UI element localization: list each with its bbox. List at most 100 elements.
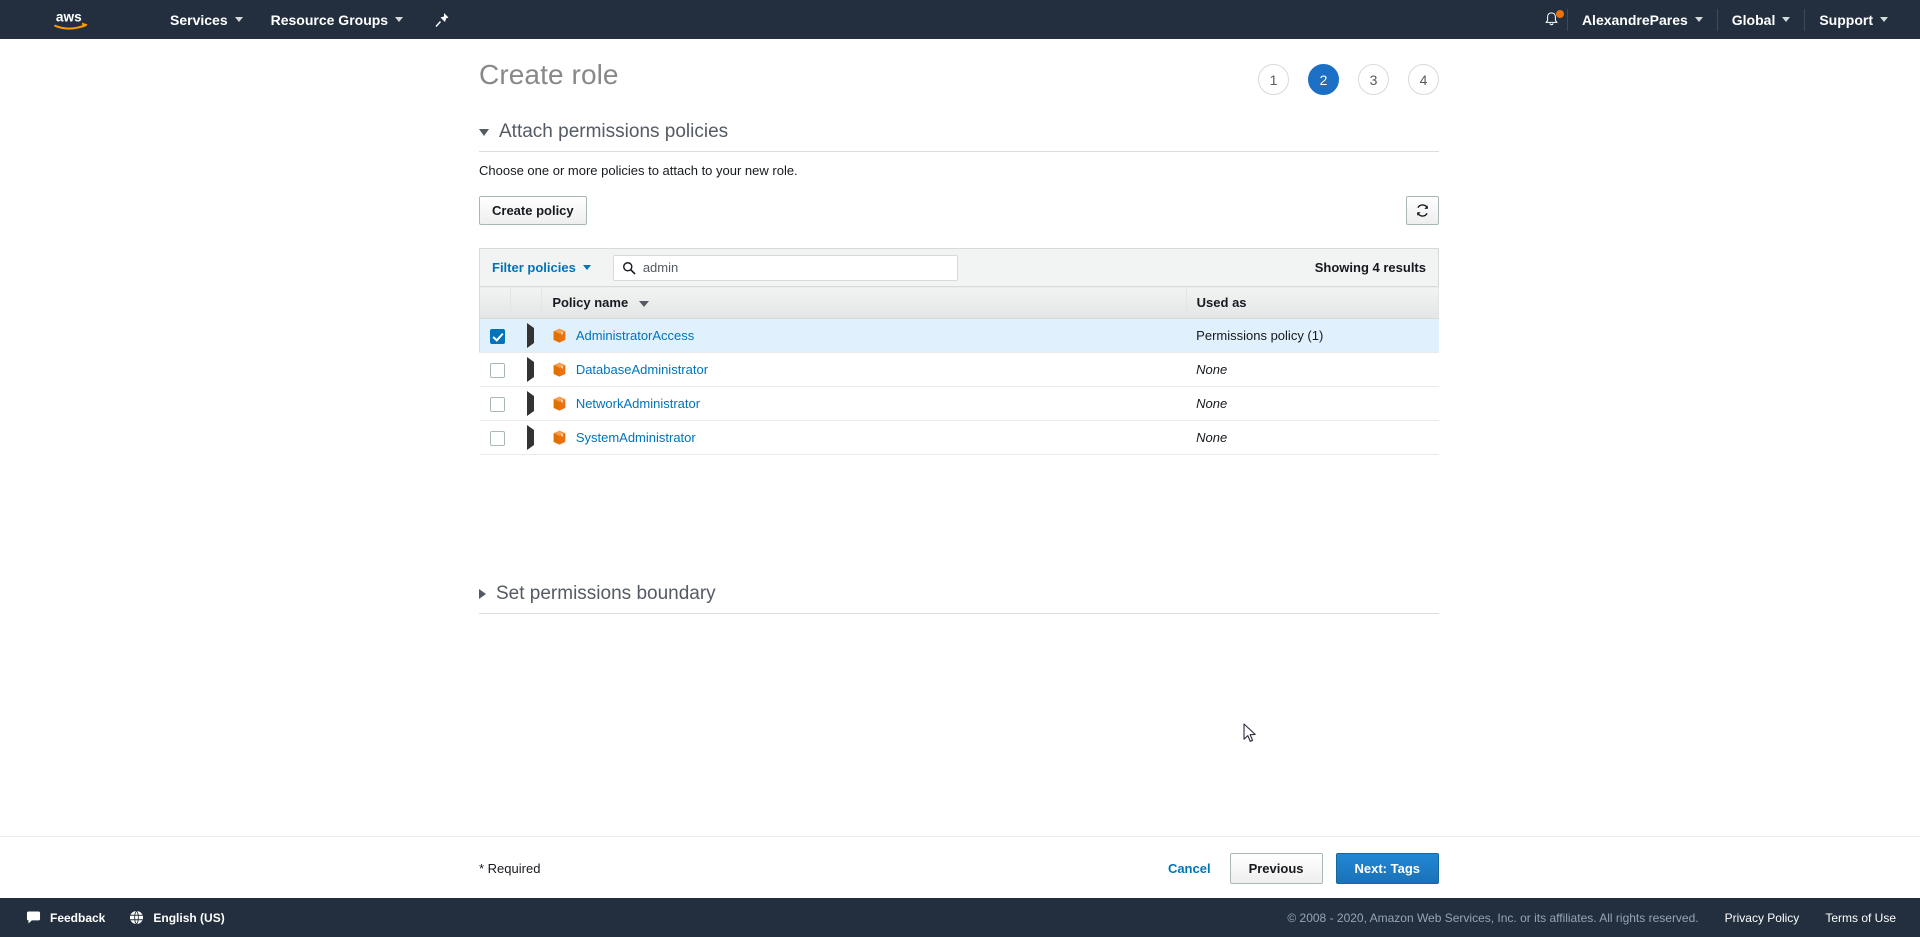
policy-name-link[interactable]: SystemAdministrator — [576, 430, 696, 445]
step-4[interactable]: 4 — [1408, 64, 1439, 95]
nav-region-menu[interactable]: Global — [1718, 0, 1805, 39]
policy-cube-icon — [553, 396, 566, 411]
row-checkbox[interactable] — [489, 362, 505, 378]
row-policy-name-cell: DatabaseAdministrator — [541, 352, 1187, 387]
triangle-down-icon — [479, 128, 489, 136]
refresh-button[interactable] — [1406, 196, 1439, 225]
terms-of-use-link[interactable]: Terms of Use — [1825, 911, 1896, 925]
step-2[interactable]: 2 — [1308, 64, 1339, 95]
policy-cube-icon — [553, 430, 566, 445]
row-checkbox[interactable] — [489, 396, 505, 412]
nav-resource-groups-label: Resource Groups — [270, 11, 389, 28]
row-policy-name-cell: AdministratorAccess — [541, 318, 1187, 353]
svg-text:aws: aws — [56, 9, 82, 24]
policy-name-link[interactable]: NetworkAdministrator — [576, 396, 700, 411]
column-select-all[interactable] — [478, 286, 512, 319]
row-used-as-cell: None — [1186, 386, 1439, 421]
speech-bubble-icon — [26, 911, 41, 924]
chevron-down-icon — [1694, 17, 1703, 22]
filter-policies-dropdown[interactable]: Filter policies — [492, 260, 591, 275]
table-row[interactable]: SystemAdministrator None — [479, 420, 1439, 455]
policy-name-link[interactable]: AdministratorAccess — [576, 328, 694, 343]
row-used-as-cell: None — [1186, 420, 1439, 455]
row-used-as-cell: Permissions policy (1) — [1186, 318, 1439, 353]
permissions-boundary-section-header[interactable]: Set permissions boundary — [479, 583, 1439, 614]
triangle-right-icon[interactable] — [526, 323, 534, 348]
page-content: Create role 1 2 3 4 Attach permissions p… — [0, 39, 1920, 898]
row-expand-cell[interactable] — [510, 386, 542, 421]
previous-button[interactable]: Previous — [1229, 852, 1323, 884]
nav-support-label: Support — [1819, 11, 1873, 28]
table-header-row: Policy name Used as — [478, 286, 1440, 319]
row-checkbox[interactable] — [490, 328, 505, 344]
policy-cube-icon — [553, 362, 566, 377]
nav-services[interactable]: Services — [156, 0, 257, 39]
nav-region-label: Global — [1731, 11, 1776, 28]
row-checkbox[interactable] — [489, 430, 505, 446]
policies-table-header: Policy name Used as — [478, 286, 1440, 319]
table-row[interactable]: NetworkAdministrator None — [479, 386, 1439, 421]
step-1[interactable]: 1 — [1258, 64, 1289, 95]
policy-search-box[interactable]: admin — [612, 254, 958, 281]
aws-logo[interactable]: aws — [52, 8, 104, 32]
table-row[interactable]: DatabaseAdministrator None — [479, 352, 1439, 387]
attach-permissions-description: Choose one or more policies to attach to… — [479, 163, 798, 178]
results-count: Showing 4 results — [1314, 260, 1426, 275]
cancel-button[interactable]: Cancel — [1162, 861, 1217, 876]
row-expand-cell[interactable] — [510, 318, 542, 353]
create-policy-button[interactable]: Create policy — [479, 196, 587, 225]
row-expand-cell[interactable] — [510, 352, 542, 387]
row-select-cell[interactable] — [479, 420, 511, 455]
language-selector[interactable]: English (US) — [129, 910, 225, 925]
policy-cube-icon — [553, 328, 566, 343]
notifications-bell[interactable] — [1537, 0, 1567, 39]
pin-icon[interactable] — [431, 9, 453, 31]
sort-descending-icon — [638, 300, 649, 307]
nav-account-menu[interactable]: AlexandrePares — [1568, 0, 1717, 39]
triangle-right-icon[interactable] — [526, 425, 534, 450]
policy-filter-bar: Filter policies admin Showing 4 results — [479, 248, 1439, 286]
refresh-icon — [1416, 204, 1429, 217]
chevron-down-icon — [395, 17, 404, 22]
feedback-button[interactable]: Feedback — [26, 911, 105, 925]
attach-permissions-title: Attach permissions policies — [499, 121, 729, 142]
search-icon — [622, 261, 636, 274]
column-policy-name[interactable]: Policy name — [541, 286, 1187, 319]
row-policy-name-cell: SystemAdministrator — [541, 420, 1187, 455]
row-select-cell[interactable] — [479, 386, 511, 421]
next-tags-button[interactable]: Next: Tags — [1335, 852, 1439, 884]
row-select-cell[interactable] — [478, 318, 511, 353]
table-row[interactable]: AdministratorAccess Permissions policy (… — [478, 318, 1439, 353]
chevron-down-icon — [1782, 17, 1791, 22]
nav-account-label: AlexandrePares — [1581, 11, 1688, 28]
copyright-text: © 2008 - 2020, Amazon Web Services, Inc.… — [1287, 910, 1699, 925]
nav-services-label: Services — [170, 11, 228, 28]
chevron-down-icon — [1880, 17, 1888, 22]
triangle-right-icon — [479, 589, 486, 599]
row-select-cell[interactable] — [479, 352, 511, 387]
notification-badge-dot — [1555, 10, 1564, 18]
nav-right-group: AlexandrePares Global Support — [1537, 0, 1920, 39]
privacy-policy-link[interactable]: Privacy Policy — [1725, 911, 1800, 925]
nav-support-menu[interactable]: Support — [1805, 0, 1902, 39]
triangle-right-icon[interactable] — [526, 357, 534, 382]
policy-search-input[interactable]: admin — [643, 260, 678, 275]
top-navigation-bar: aws Services Resource Groups AlexandrePa… — [0, 0, 1920, 39]
attach-permissions-section-header[interactable]: Attach permissions policies — [479, 121, 1439, 152]
permissions-boundary-title: Set permissions boundary — [496, 583, 716, 604]
row-policy-name-cell: NetworkAdministrator — [541, 386, 1187, 421]
filter-policies-label: Filter policies — [492, 260, 576, 275]
nav-resource-groups[interactable]: Resource Groups — [257, 0, 417, 39]
row-expand-cell[interactable] — [510, 420, 542, 455]
form-action-bar: * Required Cancel Previous Next: Tags — [0, 836, 1920, 898]
feedback-label: Feedback — [50, 910, 106, 925]
column-expand — [510, 286, 543, 319]
triangle-right-icon[interactable] — [526, 391, 534, 416]
policies-table-body: AdministratorAccess Permissions policy (… — [478, 318, 1439, 455]
column-used-as-label: Used as — [1196, 295, 1247, 310]
policy-name-link[interactable]: DatabaseAdministrator — [576, 362, 708, 377]
column-used-as[interactable]: Used as — [1186, 286, 1440, 319]
chevron-down-icon — [582, 265, 591, 270]
content-column: Create role 1 2 3 4 Attach permissions p… — [478, 39, 1440, 614]
step-3[interactable]: 3 — [1358, 64, 1389, 95]
